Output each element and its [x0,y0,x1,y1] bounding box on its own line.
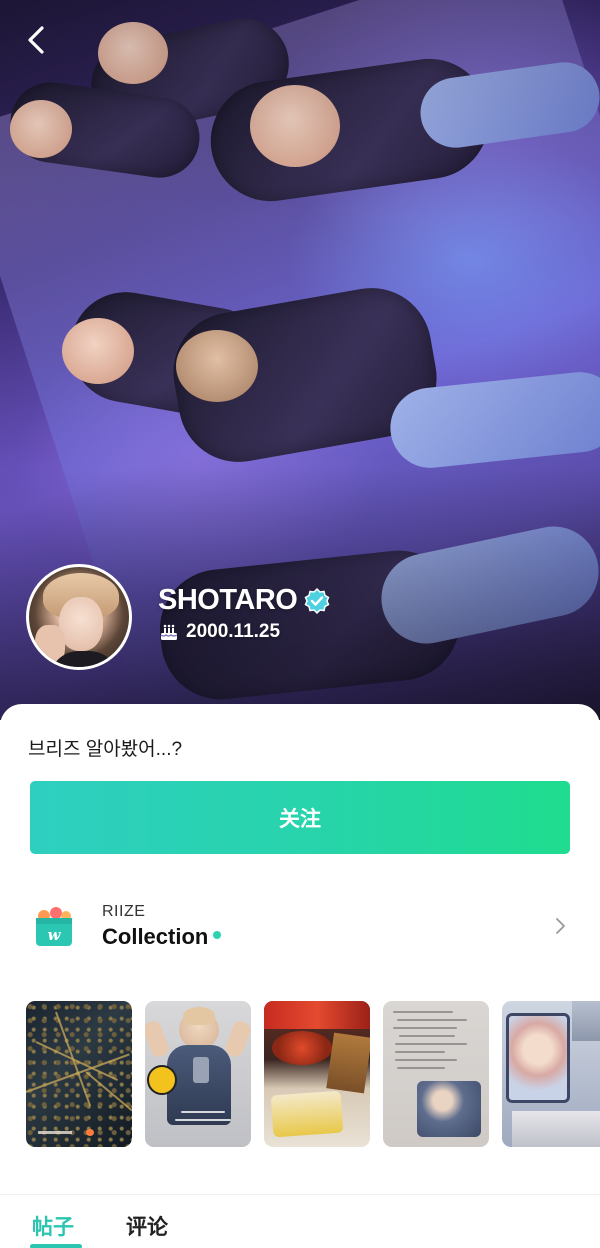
collection-title: Collection [102,923,209,949]
follow-button[interactable]: 关注 [30,781,570,854]
text-line [395,1059,457,1061]
content-tabs: 帖子 评论 [0,1194,600,1248]
text-line [397,1019,467,1021]
chevron-right-icon [556,918,565,934]
caption-line [38,1131,72,1134]
cake-icon [160,624,178,640]
selfie-hair [183,1007,215,1025]
birthday-row: 2000.11.25 [158,621,331,643]
birthday-text: 2000.11.25 [186,621,281,642]
tab-comments[interactable]: 评论 [126,1211,168,1241]
collection-app-icon: w [30,902,78,950]
profile-info: SHOTARO 2000.11.25 [158,584,331,643]
collection-text: RIIZE Collection [102,903,550,950]
selfie-arm [223,1019,251,1059]
text-line [397,1067,445,1069]
text-line [399,1035,455,1037]
caption-line [175,1119,231,1121]
profile-sheet: 브리즈 알아봤어...? 关注 w RIIZE Collection 帖子 评论 [0,704,600,1248]
food-box [270,1090,344,1138]
selfie-arm [145,1019,171,1059]
active-tab-indicator [30,1244,82,1248]
text-line [393,1011,453,1013]
food-bowl [272,1031,332,1065]
photocard [506,1013,570,1103]
verified-badge-icon [304,587,330,614]
profile-header: SHOTARO 2000.11.25 [26,564,331,670]
tab-posts[interactable]: 帖子 [32,1211,74,1241]
thumbnail-selfie[interactable] [145,1001,251,1147]
heart-icon [86,1129,94,1136]
artist-profile-screen: SHOTARO 2000.11.25 브리즈 알아봤어...? 关注 w RII… [0,0,600,1248]
collection-title-row: Collection [102,924,550,950]
desk-items [512,1111,600,1147]
collection-thumbnails [26,1001,600,1147]
sticker-icon [147,1065,177,1095]
thumbnail-night-city[interactable] [26,1001,132,1147]
caption-line [181,1111,225,1113]
phone-icon [193,1057,209,1083]
snack-package [264,1001,370,1029]
text-line [395,1043,467,1045]
bio-text: 브리즈 알아봤어...? [28,739,183,760]
collection-row[interactable]: w RIIZE Collection [30,894,570,958]
text-line [395,1051,445,1053]
avatar-face [59,597,103,651]
snack-bag [326,1032,370,1094]
chevron-left-icon [28,26,44,54]
avatar[interactable] [26,564,132,670]
profile-name: SHOTARO [158,584,298,616]
collection-subtitle: RIIZE [102,902,146,920]
embedded-photo [417,1081,481,1137]
thumbnail-message[interactable] [383,1001,489,1147]
map-road [55,1011,92,1107]
background-object [572,1001,600,1041]
text-line [393,1027,457,1029]
thumbnail-food[interactable] [264,1001,370,1147]
weverse-collection-icon: w [36,907,72,946]
thumbnail-photocard[interactable] [502,1001,600,1147]
new-indicator-dot [213,930,222,939]
back-button[interactable] [18,22,54,58]
name-row: SHOTARO [158,584,331,617]
svg-text:w: w [48,926,62,944]
